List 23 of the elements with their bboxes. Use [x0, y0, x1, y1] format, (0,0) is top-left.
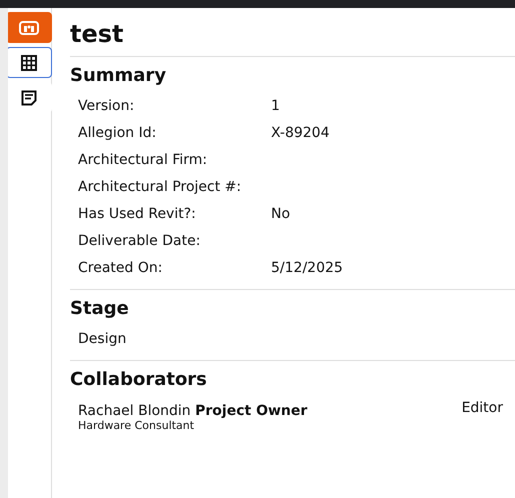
field-label: Created On:	[78, 260, 164, 276]
device-icon	[18, 20, 38, 34]
field-label: Deliverable Date:	[78, 232, 202, 248]
field-value: X-89204	[271, 124, 330, 140]
field-value: No	[271, 206, 290, 222]
stage-value: Design	[78, 330, 126, 346]
section-heading: Collaborators	[70, 369, 208, 390]
field-label: Has Used Revit?:	[78, 206, 197, 222]
collaborator-role: Hardware Consultant	[78, 419, 196, 432]
field-label: Version:	[78, 98, 136, 114]
section-heading: Summary	[70, 65, 168, 86]
field-label: Architectural Firm:	[78, 152, 208, 168]
field-label: Architectural Project #:	[78, 178, 242, 194]
sidebar-button[interactable]	[6, 47, 52, 78]
field-value: 1	[271, 98, 280, 114]
field-value: 5/12/2025	[271, 260, 343, 276]
grid-icon	[20, 54, 36, 70]
page-title: test	[70, 20, 125, 48]
field-label: Allegion Id:	[78, 124, 158, 140]
access-level: Editor	[462, 400, 503, 418]
section-heading: Stage	[70, 298, 130, 319]
collaborator-name: Rachael Blondin Project Owner	[78, 403, 308, 419]
note-icon	[20, 90, 36, 106]
